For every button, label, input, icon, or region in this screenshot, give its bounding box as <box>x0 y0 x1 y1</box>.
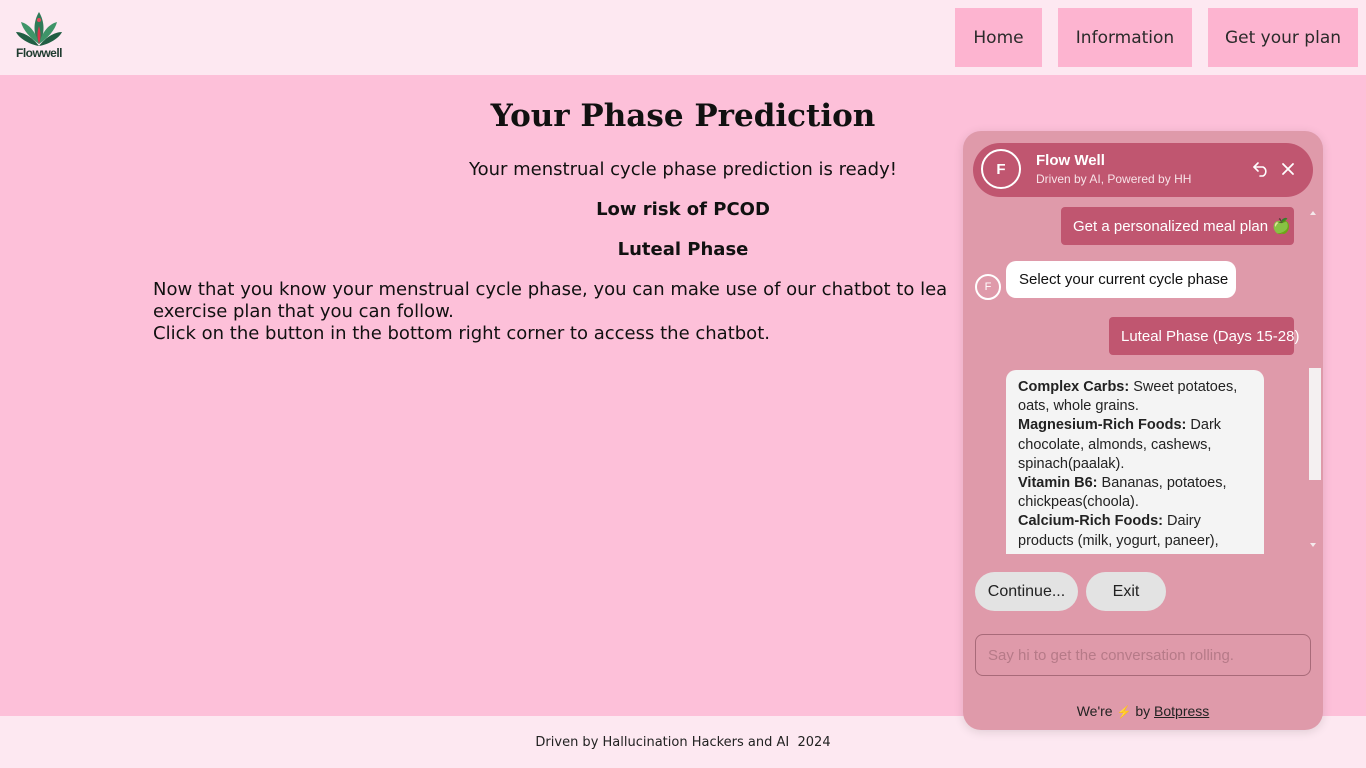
powered-by: We're ⚡ by Botpress <box>1076 703 1210 719</box>
restart-conversation-icon[interactable] <box>1250 158 1272 180</box>
user-message: Get a personalized meal plan 🍏 <box>1061 207 1294 245</box>
page-title: Your Phase Prediction <box>490 98 876 134</box>
instructions-line-1: Now that you know your menstrual cycle p… <box>153 279 948 300</box>
footer-text: Driven by Hallucination Hackers and AI 2… <box>535 734 831 750</box>
exit-button[interactable]: Exit <box>1086 572 1166 611</box>
logo-text: Flowwell <box>15 46 63 60</box>
nav-home-button[interactable]: Home <box>955 8 1042 67</box>
nav-information-button[interactable]: Information <box>1058 8 1192 67</box>
chat-message-input[interactable] <box>975 634 1311 676</box>
bot-meal-plan-message: Complex Carbs: Sweet potatoes, oats, who… <box>1006 370 1264 554</box>
instructions-line-3: Click on the button in the bottom right … <box>153 323 770 344</box>
message-list[interactable]: Get a personalized meal plan 🍏 F Select … <box>963 203 1323 554</box>
continue-button[interactable]: Continue... <box>975 572 1078 611</box>
instructions-line-2: exercise plan that you can follow. <box>153 301 454 322</box>
bot-message-avatar: F <box>975 274 1001 300</box>
list-item: Magnesium-Rich Foods: Dark chocolate, al… <box>1018 417 1222 472</box>
nav-get-plan-button[interactable]: Get your plan <box>1208 8 1358 67</box>
scroll-thumb[interactable] <box>1309 368 1321 480</box>
list-item: Complex Carbs: Sweet potatoes, oats, who… <box>1018 379 1238 415</box>
list-item: Calcium-Rich Foods: Dairy products (milk… <box>1018 513 1219 549</box>
bot-avatar: F <box>981 149 1021 189</box>
instructions-text: Now that you know your menstrual cycle p… <box>153 279 963 349</box>
message-scrollbar[interactable] <box>1308 211 1321 551</box>
close-icon[interactable] <box>1277 158 1299 180</box>
lightning-icon: ⚡ <box>1116 705 1132 719</box>
scroll-up-arrow-icon[interactable] <box>1310 211 1316 215</box>
chatbot-widget: F Flow Well Driven by AI, Powered by HH … <box>963 131 1323 730</box>
bot-name: Flow Well <box>1036 152 1105 169</box>
list-item: Vitamin B6: Bananas, potatoes, chickpeas… <box>1018 475 1227 511</box>
bot-message: Select your current cycle phase <box>1006 261 1236 298</box>
chat-header: F Flow Well Driven by AI, Powered by HH <box>973 143 1313 197</box>
botpress-link[interactable]: Botpress <box>1154 703 1209 719</box>
user-message: Luteal Phase (Days 15-28) <box>1109 317 1299 355</box>
bot-tagline: Driven by AI, Powered by HH <box>1036 172 1192 186</box>
top-header: Flowwell Home Information Get your plan <box>0 0 1366 75</box>
scroll-down-arrow-icon[interactable] <box>1310 543 1316 547</box>
